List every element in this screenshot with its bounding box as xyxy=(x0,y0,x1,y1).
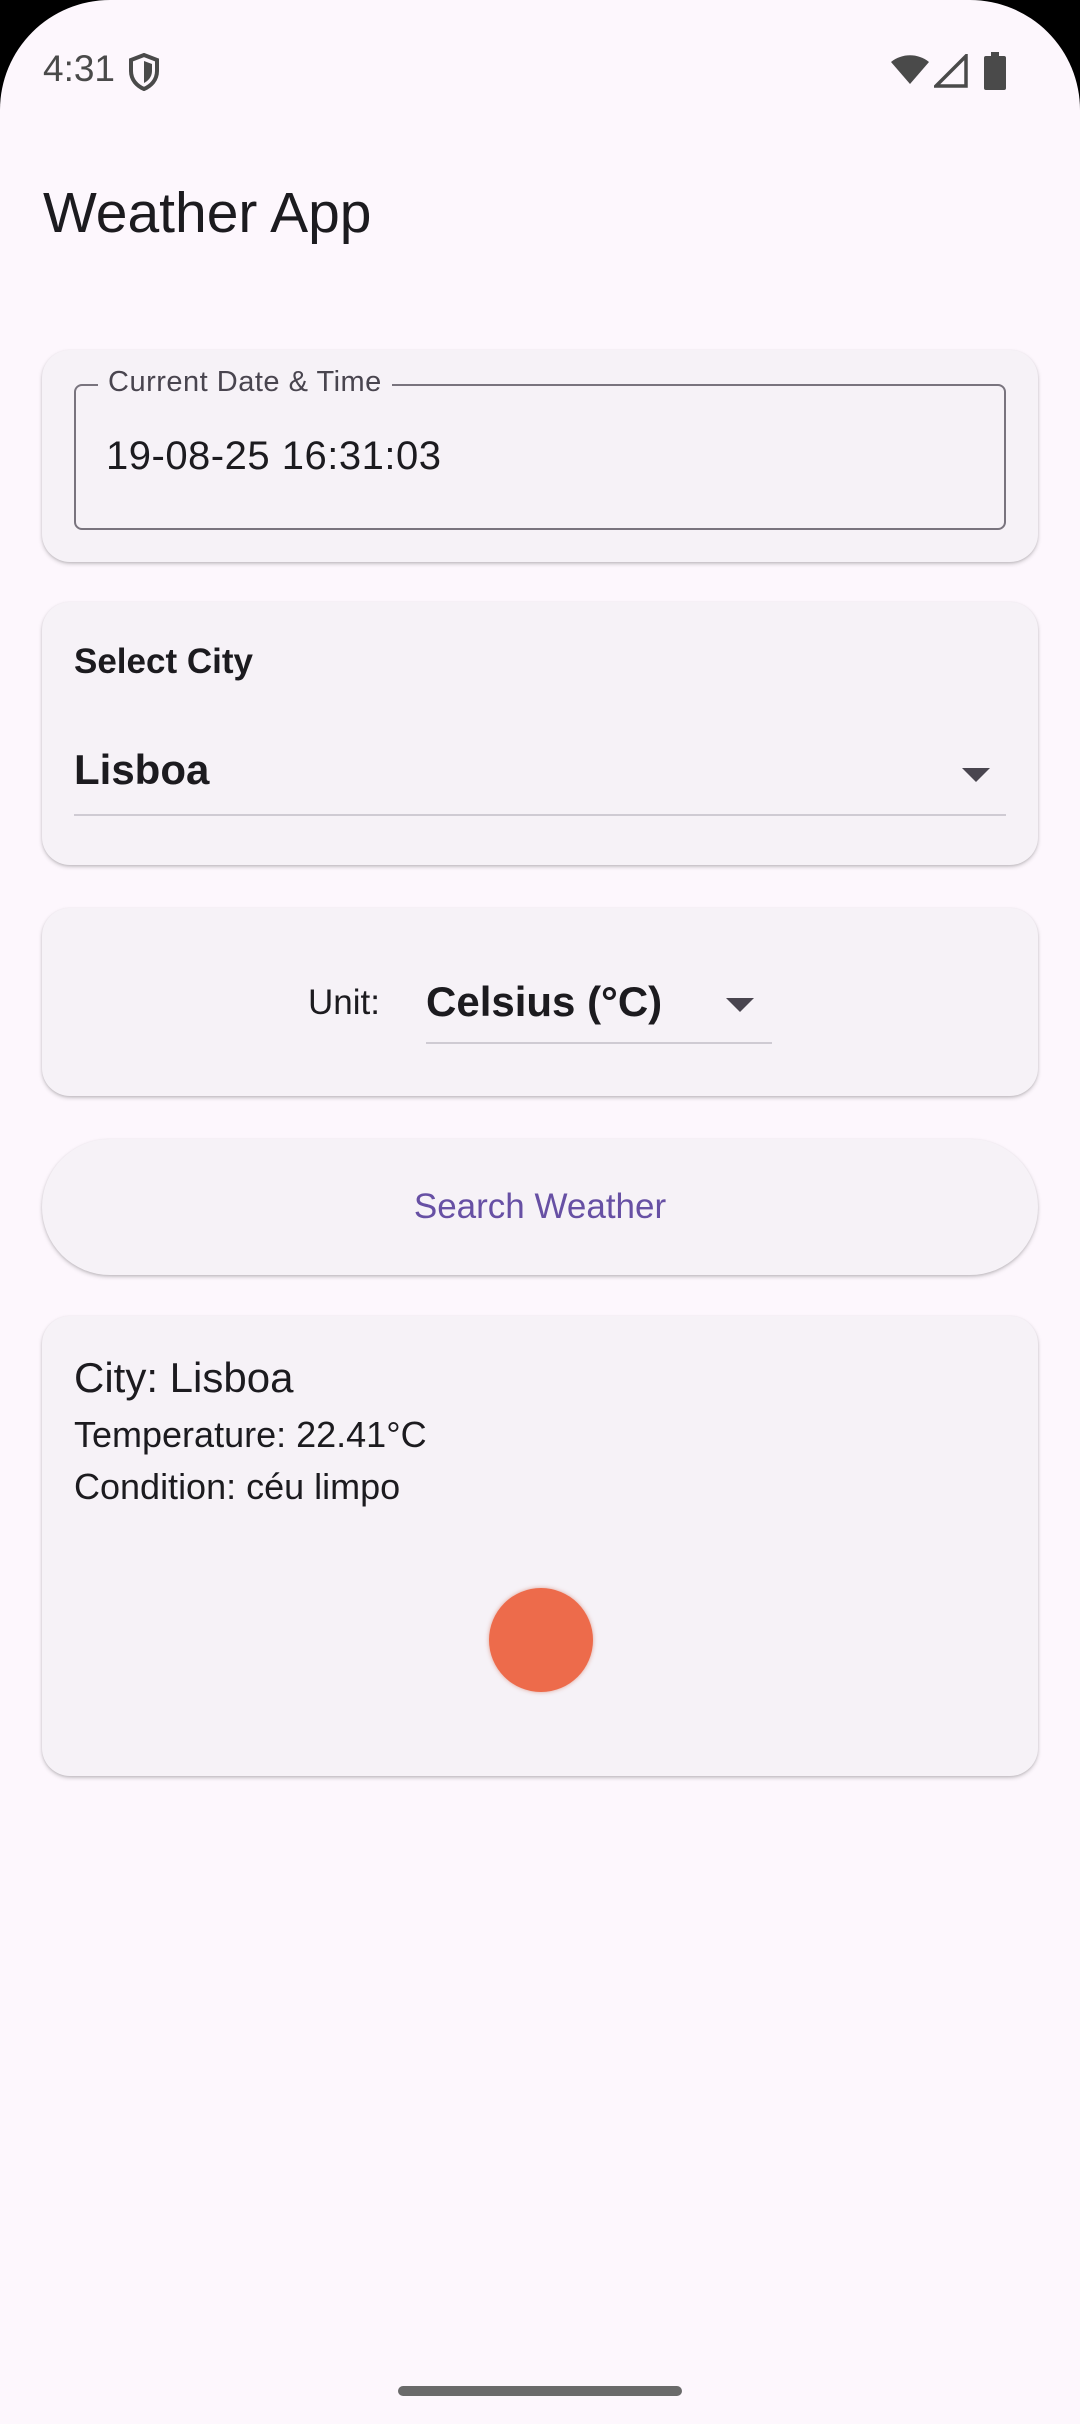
home-indicator[interactable] xyxy=(398,2386,682,2396)
unit-label: Unit: xyxy=(308,983,380,1022)
unit-card: Unit: Celsius (°C) xyxy=(42,908,1038,1096)
signal-icon xyxy=(934,54,968,88)
weather-result-card: City: Lisboa Temperature: 22.41°C Condit… xyxy=(42,1316,1038,1776)
city-dropdown-value: Lisboa xyxy=(74,746,210,793)
city-select-label: Select City xyxy=(74,642,253,681)
status-time: 4:31 xyxy=(43,48,116,89)
sun-icon xyxy=(489,1588,593,1692)
dropdown-arrow-icon xyxy=(726,998,754,1012)
unit-dropdown[interactable]: Celsius (°C) xyxy=(426,958,772,1044)
app-screen: 4:31 Weather App Current Date & Time 19-… xyxy=(0,0,1080,2424)
dropdown-arrow-icon xyxy=(962,768,990,782)
wifi-icon xyxy=(891,55,929,84)
shield-icon xyxy=(129,53,159,91)
unit-dropdown-value: Celsius (°C) xyxy=(426,978,663,1025)
result-condition: Condition: céu limpo xyxy=(74,1466,401,1507)
datetime-field-label: Current Date & Time xyxy=(98,366,392,399)
city-dropdown[interactable]: Lisboa xyxy=(74,732,1006,816)
datetime-card: Current Date & Time 19-08-25 16:31:03 xyxy=(42,350,1038,562)
result-city: City: Lisboa xyxy=(74,1354,294,1401)
app-title: Weather App xyxy=(43,181,372,245)
status-bar: 4:31 xyxy=(0,0,1080,140)
result-temperature: Temperature: 22.41°C xyxy=(74,1414,427,1455)
datetime-field-value: 19-08-25 16:31:03 xyxy=(106,434,442,478)
city-card: Select City Lisboa xyxy=(42,602,1038,865)
datetime-field[interactable]: Current Date & Time 19-08-25 16:31:03 xyxy=(74,366,1006,530)
battery-icon xyxy=(984,52,1006,90)
search-weather-button[interactable]: Search Weather xyxy=(42,1139,1038,1275)
